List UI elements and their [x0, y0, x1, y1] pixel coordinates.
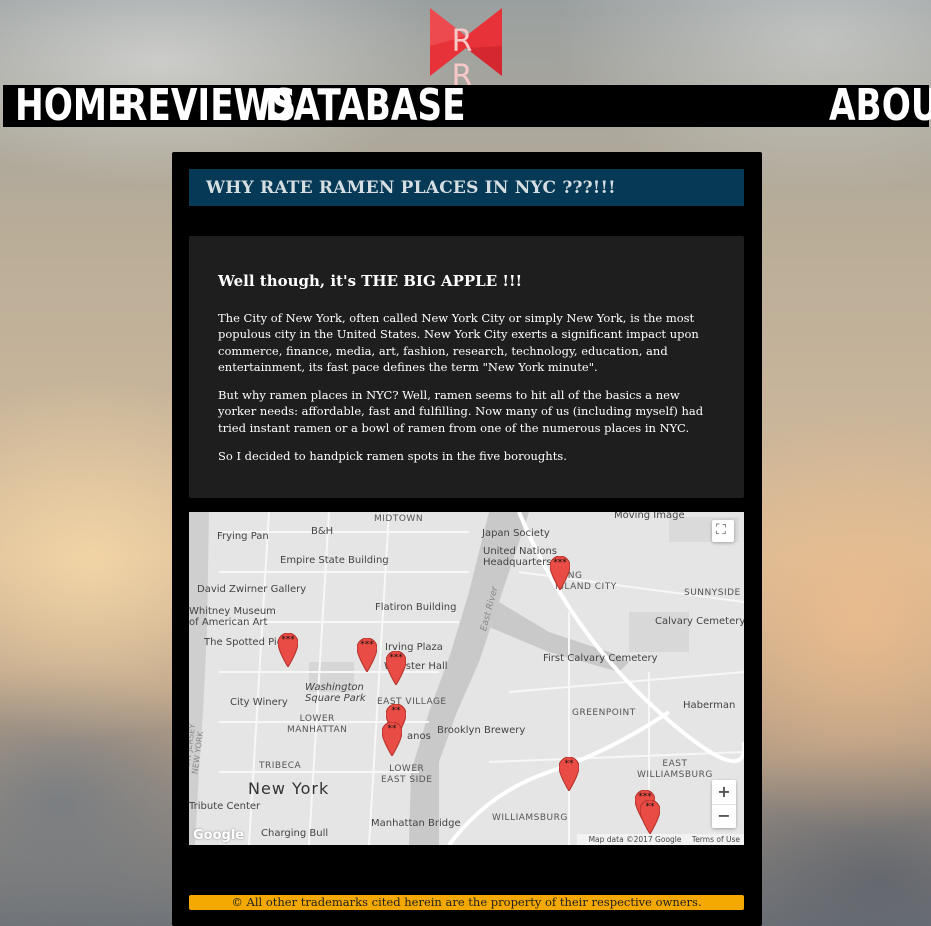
map-label-lower-east-side: LOWER EAST SIDE: [381, 764, 433, 785]
map-label-new-york: New York: [248, 779, 330, 798]
map-pin[interactable]: ***: [278, 633, 298, 667]
nav-about[interactable]: ABOUT: [829, 83, 931, 129]
map-label-anos: anos: [407, 731, 431, 742]
nav-database[interactable]: DATABASE: [265, 83, 466, 129]
map-label-spotted-pig: The Spotted Pig: [204, 637, 284, 648]
map-pin-rating: ***: [553, 558, 567, 568]
map-label-sunnyside: SUNNYSIDE: [684, 588, 741, 598]
map-pin-rating: **: [645, 802, 655, 812]
map-label-moving-image: Moving Image: [614, 512, 685, 521]
fullscreen-icon: ⛶: [716, 522, 726, 538]
map-pin-rating: **: [564, 759, 574, 769]
map-label-calvary-cemetery: Calvary Cemetery: [655, 616, 744, 627]
footer-trademark-notice: © All other trademarks cited herein are …: [189, 895, 744, 910]
article-paragraph-1: The City of New York, often called New Y…: [218, 311, 699, 374]
article-paragraph-3: So I decided to handpick ramen spots in …: [218, 449, 567, 463]
map-pin-rating: ***: [389, 653, 403, 663]
section-title-bar: WHY RATE RAMEN PLACES IN NYC ???!!!: [189, 169, 744, 206]
map-pin-rating: ***: [281, 635, 295, 645]
map-label-first-calvary: First Calvary Cemetery: [543, 653, 658, 664]
ramen-map[interactable]: MIDTOWN Moving Image B&H Japan Society F…: [189, 512, 744, 845]
map-label-bh: B&H: [311, 526, 334, 537]
google-logo[interactable]: Google: [193, 828, 244, 843]
article-paragraph-2: But why ramen places in NYC? Well, ramen…: [218, 388, 704, 435]
map-label-lower-manhattan: LOWER MANHATTAN: [287, 714, 348, 735]
map-label-charging-bull: Charging Bull: [261, 828, 329, 839]
map-pin-rating: **: [391, 706, 401, 716]
zoom-out-button[interactable]: −: [712, 804, 736, 828]
map-pin[interactable]: **: [382, 722, 402, 756]
map-label-greenpoint: GREENPOINT: [572, 708, 636, 718]
section-title: WHY RATE RAMEN PLACES IN NYC ???!!!: [206, 178, 616, 198]
map-label-frying-pan: Frying Pan: [217, 531, 269, 542]
map-label-brooklyn-brewery: Brooklyn Brewery: [437, 725, 526, 736]
map-label-city-winery: City Winery: [230, 697, 288, 708]
map-label-manhattan-bridge: Manhattan Bridge: [371, 818, 461, 829]
main-nav: HOME REVIEWS DATABASE ABOUT: [3, 83, 931, 129]
map-label-flatiron: Flatiron Building: [375, 602, 457, 613]
map-attribution: Map data ©2017 Google Terms of Use: [576, 834, 744, 845]
map-label-east-williamsburg: EAST WILLIAMSBURG: [637, 759, 713, 780]
terms-of-use-link[interactable]: Terms of Use: [692, 835, 740, 844]
article-card: Well though, it's THE BIG APPLE !!! The …: [189, 236, 744, 498]
nav-home[interactable]: HOME: [15, 83, 131, 129]
map-pin[interactable]: ***: [550, 556, 570, 590]
map-label-empire-state: Empire State Building: [280, 555, 389, 566]
map-pin[interactable]: ***: [386, 651, 406, 685]
map-label-whitney: Whitney Museum of American Art: [189, 606, 276, 628]
map-pin[interactable]: ***: [357, 638, 377, 672]
map-pin[interactable]: **: [640, 800, 660, 834]
map-label-williamsburg: WILLIAMSBURG: [492, 813, 568, 823]
map-pin-rating: ***: [360, 640, 374, 650]
map-label-washington-square: Washington Square Park: [305, 682, 366, 704]
zoom-in-button[interactable]: +: [712, 780, 736, 805]
logo[interactable]: R R: [430, 6, 502, 94]
map-label-haberman: Haberman: [683, 700, 736, 711]
map-label-david-zwirner: David Zwirner Gallery: [197, 584, 307, 595]
map-pin[interactable]: **: [559, 757, 579, 791]
map-data-credit: Map data ©2017 Google: [588, 835, 682, 844]
content-panel: WHY RATE RAMEN PLACES IN NYC ???!!! Well…: [172, 152, 762, 926]
map-label-japan-society: Japan Society: [482, 528, 550, 539]
zoom-control: + −: [712, 780, 736, 828]
article-heading: Well though, it's THE BIG APPLE !!!: [218, 272, 523, 290]
map-label-tribute-center: Tribute Center: [189, 801, 261, 812]
map-label-tribeca: TRIBECA: [259, 761, 302, 771]
fullscreen-button[interactable]: ⛶: [712, 520, 734, 542]
map-label-un-hq: United Nations Headquarters: [483, 546, 558, 568]
map-label-midtown: MIDTOWN: [374, 514, 424, 524]
map-pin-rating: **: [387, 724, 397, 734]
